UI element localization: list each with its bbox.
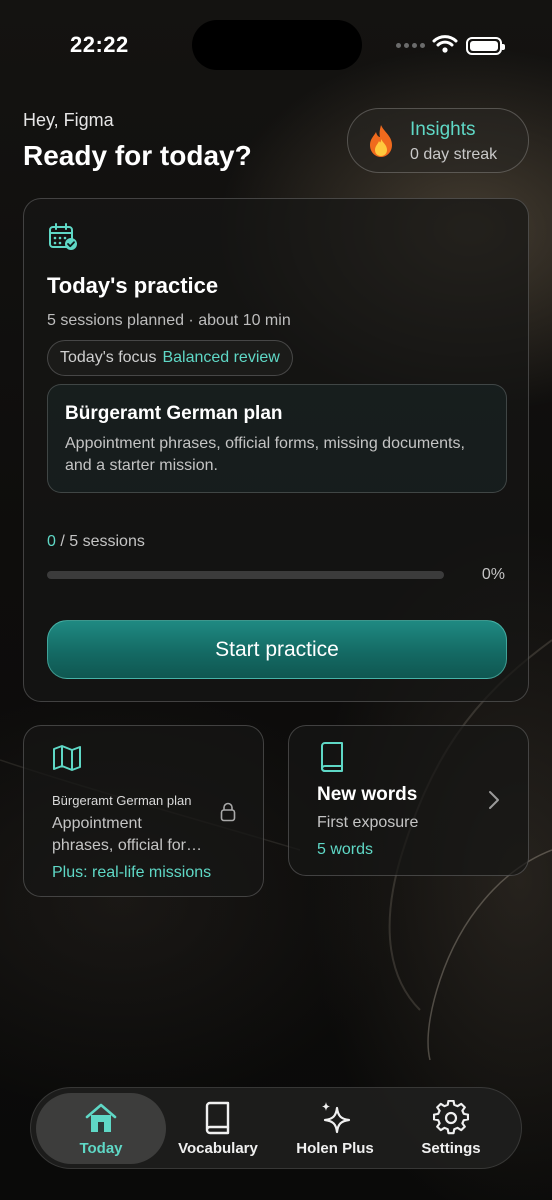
fire-icon bbox=[370, 125, 392, 157]
greeting-text: Hey, Figma bbox=[23, 110, 114, 130]
plan-card-title: Bürgeramt German plan bbox=[52, 793, 192, 808]
sparkles-icon bbox=[322, 1102, 351, 1134]
lock-icon bbox=[220, 802, 236, 822]
tab-vocabulary[interactable]: Vocabulary bbox=[166, 1093, 270, 1164]
book-icon bbox=[321, 742, 343, 772]
progress-done: 0 bbox=[47, 533, 56, 550]
battery-icon bbox=[466, 37, 505, 55]
calendar-check-icon bbox=[49, 223, 77, 250]
book-icon bbox=[205, 1101, 230, 1135]
house-icon bbox=[85, 1103, 117, 1132]
start-practice-button[interactable]: Start practice bbox=[47, 620, 507, 679]
plan-card[interactable]: Bürgeramt German plan Appointment phrase… bbox=[23, 725, 264, 897]
plan-description: Appointment phrases, official forms, mis… bbox=[65, 435, 465, 474]
practice-card: Today's practice 5 sessions planned · ab… bbox=[23, 198, 529, 702]
signal-icon bbox=[396, 43, 425, 48]
chevron-right-icon bbox=[489, 791, 499, 809]
plan-card-desc-line: Appointment bbox=[52, 815, 142, 832]
dynamic-island bbox=[192, 20, 362, 70]
focus-value: Balanced review bbox=[162, 349, 280, 366]
plan-card-desc-line: phrases, official forms, missing documen… bbox=[52, 837, 212, 854]
streak-text: 0 day streak bbox=[410, 146, 498, 163]
plan-card-plus: Plus: real-life missions bbox=[52, 864, 212, 881]
focus-label: Today's focus bbox=[60, 349, 157, 366]
insights-title: Insights bbox=[410, 119, 476, 140]
map-icon bbox=[53, 745, 81, 771]
status-time: 22:22 bbox=[70, 32, 129, 57]
tab-settings[interactable]: Settings bbox=[399, 1093, 503, 1164]
plan-title: Bürgeramt German plan bbox=[65, 403, 283, 424]
page-title: Ready for today? bbox=[23, 140, 252, 171]
plan-card-description: Appointment phrases, official forms, mis… bbox=[52, 813, 212, 857]
tab-bar: Today Vocabulary Holen Plus Settings bbox=[30, 1087, 522, 1169]
tab-label: Holen Plus bbox=[296, 1140, 374, 1157]
status-bar: 22:22 bbox=[0, 0, 552, 92]
plan-summary[interactable]: Bürgeramt German plan Appointment phrase… bbox=[47, 384, 507, 493]
tab-label: Vocabulary bbox=[178, 1140, 258, 1157]
tab-label: Today bbox=[79, 1140, 123, 1157]
progress-percent: 0% bbox=[481, 566, 505, 583]
wifi-icon bbox=[432, 35, 458, 53]
new-words-title: New words bbox=[317, 784, 418, 805]
tab-label: Settings bbox=[421, 1140, 481, 1157]
progress-bar bbox=[47, 571, 444, 579]
progress-total: / 5 sessions bbox=[55, 533, 145, 550]
progress-label: 0 / 5 sessions bbox=[47, 533, 145, 551]
focus-pill[interactable]: Today's focus Balanced review bbox=[47, 340, 293, 376]
new-words-card[interactable]: New words First exposure 5 words bbox=[288, 725, 529, 876]
new-words-count: 5 words bbox=[317, 841, 374, 858]
tab-holen-plus[interactable]: Holen Plus bbox=[283, 1093, 387, 1164]
tab-today[interactable]: Today bbox=[36, 1093, 166, 1164]
new-words-subtitle: First exposure bbox=[317, 814, 419, 831]
practice-title: Today's practice bbox=[47, 273, 219, 298]
insights-button[interactable]: Insights 0 day streak bbox=[347, 108, 529, 173]
practice-subtitle: 5 sessions planned · about 10 min bbox=[47, 312, 291, 329]
gear-icon bbox=[433, 1100, 469, 1135]
